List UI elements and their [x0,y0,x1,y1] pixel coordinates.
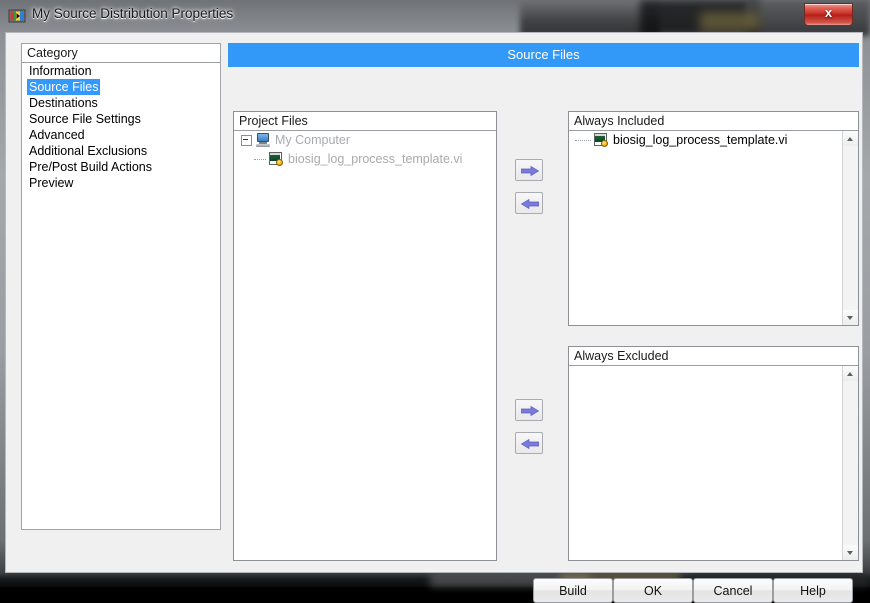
always-excluded-panel: Always Excluded [568,346,859,561]
always-excluded-header: Always Excluded [569,347,858,366]
close-icon: x [824,5,833,20]
dialog-client-area: Category Information Source Files Destin… [5,32,863,603]
ok-button[interactable]: OK [613,578,693,603]
tree-connector [575,139,591,142]
add-to-excluded-button[interactable] [515,399,543,421]
title-bar[interactable]: My Source Distribution Properties x [0,0,870,32]
chevron-up-icon [847,372,853,376]
category-item-label: Additional Exclusions [29,144,148,158]
category-item-source-file-settings[interactable]: Source File Settings [22,111,220,127]
category-list: Category Information Source Files Destin… [21,43,221,530]
category-item-pre-post-build-actions[interactable]: Pre/Post Build Actions [22,159,220,175]
cancel-button[interactable]: Cancel [693,578,773,603]
category-item-additional-exclusions[interactable]: Additional Exclusions [22,143,220,159]
category-item-label: Advanced [29,128,85,142]
category-item-label: Source Files [27,79,101,95]
labview-icon [8,7,26,25]
category-item-preview[interactable]: Preview [22,175,220,191]
chevron-down-icon [847,316,853,320]
arrow-right-icon [521,406,539,416]
scroll-down-button[interactable] [843,545,858,560]
add-to-included-button[interactable] [515,159,543,181]
project-files-header: Project Files [234,112,496,131]
category-list-header: Category [22,44,220,63]
always-included-header: Always Included [569,112,858,131]
scroll-up-button[interactable] [843,366,858,381]
window-title: My Source Distribution Properties [32,6,234,21]
category-item-label: Preview [29,176,74,190]
tree-item-label: My Computer [275,133,351,147]
computer-icon [255,133,271,148]
chevron-down-icon [847,551,853,555]
scroll-up-button[interactable] [843,131,858,146]
tree-item-label: biosig_log_process_template.vi [288,152,463,166]
vi-file-icon [593,133,609,148]
category-item-label: Pre/Post Build Actions [29,160,152,174]
category-item-information[interactable]: Information [22,63,220,79]
always-included-scrollbar[interactable] [842,131,858,325]
build-button[interactable]: Build [533,578,613,603]
category-item-label: Information [29,64,92,78]
category-item-advanced[interactable]: Advanced [22,127,220,143]
always-excluded-list[interactable] [569,366,858,560]
list-item[interactable]: biosig_log_process_template.vi [569,131,858,150]
tree-item-vi-file[interactable]: biosig_log_process_template.vi [234,150,496,169]
vi-file-icon [268,152,284,167]
help-button[interactable]: Help [773,578,853,603]
close-button[interactable]: x [804,3,853,26]
scroll-down-button[interactable] [843,310,858,325]
remove-from-excluded-button[interactable] [515,432,543,454]
category-item-destinations[interactable]: Destinations [22,95,220,111]
collapse-expander-icon[interactable] [241,135,252,146]
project-files-tree[interactable]: My Computer biosig_log_process_template.… [234,131,496,560]
category-item-label: Destinations [29,96,98,110]
tree-item-my-computer[interactable]: My Computer [234,131,496,150]
arrow-left-icon [521,199,539,209]
chevron-up-icon [847,137,853,141]
always-excluded-scrollbar[interactable] [842,366,858,560]
arrow-left-icon [521,439,539,449]
remove-from-included-button[interactable] [515,192,543,214]
always-included-list[interactable]: biosig_log_process_template.vi [569,131,858,325]
arrow-right-icon [521,166,539,176]
category-item-source-files[interactable]: Source Files [22,79,220,95]
page-title-banner: Source Files [228,43,859,67]
screenshot-root: My Source Distribution Properties x Cate… [0,0,870,603]
always-included-panel: Always Included biosig_log_process_templ… [568,111,859,326]
tree-connector [254,158,266,161]
category-item-label: Source File Settings [29,112,141,126]
list-item-label: biosig_log_process_template.vi [613,133,788,147]
project-files-panel: Project Files My Computer biosig_log_pro… [233,111,497,561]
